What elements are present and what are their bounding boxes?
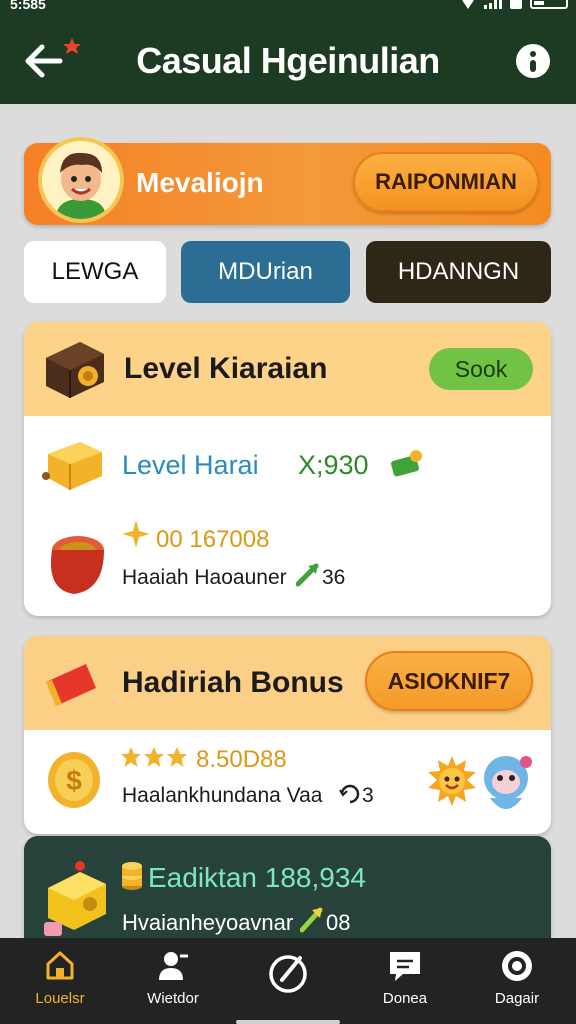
bonus-rating-value: 8.50D88 (196, 746, 287, 773)
level-card-title: Level Kiaraian (124, 352, 328, 385)
info-button[interactable] (516, 44, 550, 78)
level-badge-button[interactable]: Sook (429, 348, 533, 390)
tab-mdurian[interactable]: MDUrian (181, 241, 350, 303)
level-coin-amount: 00 167008 (156, 526, 270, 553)
profile-action-button[interactable]: RAIPONMIAN (353, 152, 539, 212)
svg-text:$: $ (66, 765, 82, 796)
nav-item-settings[interactable]: Dagair (462, 938, 572, 1024)
tab-lewga[interactable]: LEWGA (24, 241, 166, 303)
avatar[interactable] (38, 137, 124, 223)
bonus-card-title: Hadiriah Bonus (122, 666, 344, 699)
compass-icon (269, 955, 307, 993)
chat-icon (390, 952, 420, 981)
level-card: Level Kiaraian Sook Level Harai X;930 00… (24, 322, 551, 616)
level-row-value: X;930 (298, 450, 369, 480)
profile-banner: Mevaliojn RAIPONMIAN (24, 137, 551, 225)
nav-label-chat: Donea (382, 990, 428, 1007)
level-coin-description-suffix: 36 (322, 566, 346, 589)
sun-mascot-icon (428, 756, 476, 806)
status-icons (460, 0, 568, 9)
reward-description-suffix: 08 (326, 910, 351, 935)
money-icon (391, 450, 422, 477)
arrow-up-icon (296, 563, 319, 587)
reward-description: Hvaianheyoavnar (122, 910, 294, 935)
gold-box-icon (42, 442, 102, 490)
dollar-coin-icon: $ (48, 752, 100, 808)
bonus-description: Haalankhundana Vaa (122, 784, 323, 807)
green-arrow-icon (300, 907, 323, 933)
app-bar: Casual Hgeinulian (0, 16, 576, 104)
user-icon (159, 952, 188, 980)
tab-hdanngn[interactable]: HDANNGN (366, 241, 551, 303)
stars-rating-icon (121, 747, 187, 767)
page-title: Casual Hgeinulian (136, 40, 440, 81)
bonus-description-suffix: 3 (362, 784, 374, 807)
nav-item-chat[interactable]: Donea (350, 938, 460, 1024)
nav-item-user[interactable]: Wietdor (118, 938, 228, 1024)
home-indicator[interactable] (236, 1020, 340, 1024)
bottom-nav: Louelsr Wietdor Donea Dagair (0, 938, 576, 1024)
reward-title: Eadiktan 188,934 (148, 862, 366, 893)
avatar-face-icon (42, 141, 120, 219)
coin-pot-icon (50, 536, 104, 594)
treasure-chest-icon (46, 342, 104, 398)
nav-label-home: Louelsr (35, 990, 85, 1007)
nav-item-compass[interactable] (233, 938, 343, 1024)
nav-label-user: Wietdor (147, 990, 199, 1007)
status-time: 5:585 (10, 0, 46, 12)
bonus-card-header: Hadiriah Bonus ASIOKNIF7 (24, 636, 551, 730)
battery-icon (530, 0, 568, 9)
settings-icon (502, 951, 532, 981)
notification-icon (510, 0, 522, 9)
bonus-claim-button[interactable]: ASIOKNIF7 (365, 651, 533, 711)
coin-stack-icon (122, 862, 142, 890)
blue-creature-icon (484, 756, 532, 809)
level-coin-description: Haaiah Haoauner (122, 566, 287, 589)
nav-label-settings: Dagair (494, 990, 540, 1007)
signal-icon (484, 0, 502, 9)
refresh-icon (339, 784, 360, 804)
level-row-label: Level Harai (122, 450, 259, 480)
bonus-card: Hadiriah Bonus ASIOKNIF7 $ 8.50D88 Haala… (24, 636, 551, 834)
gift-icon (46, 664, 96, 706)
nav-item-home[interactable]: Louelsr (5, 938, 115, 1024)
yellow-chest-icon (44, 861, 106, 936)
sparkle-icon (122, 520, 150, 548)
level-card-header: Level Kiaraian Sook (24, 322, 551, 416)
wifi-icon (460, 0, 476, 9)
status-bar: 5:585 (0, 0, 576, 16)
home-icon (46, 951, 74, 980)
profile-name: Mevaliojn (136, 167, 264, 198)
